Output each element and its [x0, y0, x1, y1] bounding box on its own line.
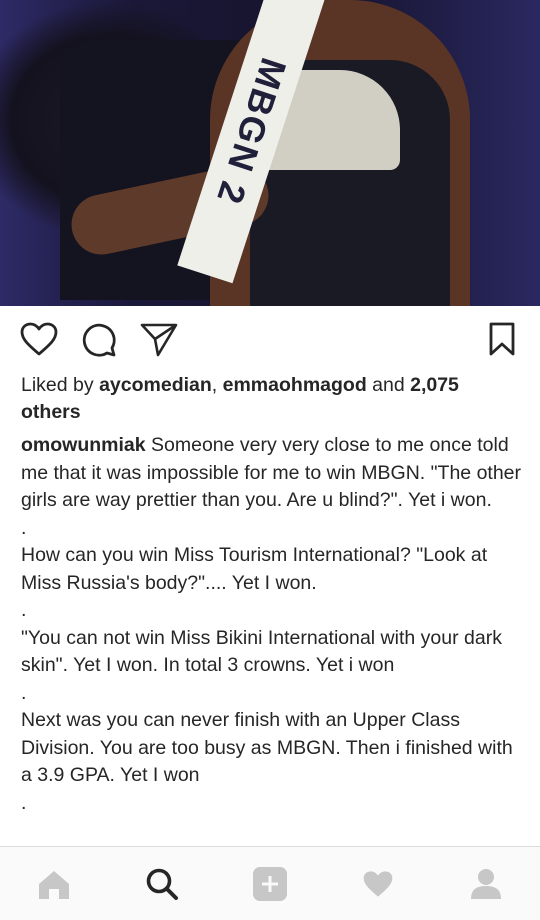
bookmark-icon[interactable] [488, 322, 516, 361]
likes-separator: , [211, 374, 223, 396]
liker-link-aycomedian[interactable]: aycomedian [99, 374, 212, 396]
activity-heart-icon[interactable] [362, 869, 394, 904]
heart-icon[interactable] [20, 322, 58, 361]
caption-text: Someone very very close to me once told … [21, 434, 522, 814]
search-icon[interactable] [145, 867, 179, 906]
post-details: Liked by aycomedian, emmaohmagod and 2,0… [21, 372, 521, 817]
share-icon[interactable] [140, 322, 178, 363]
comment-icon[interactable] [81, 322, 117, 363]
caption-username-link[interactable]: omowunmiak [21, 434, 146, 456]
bottom-navbar [0, 846, 540, 920]
profile-icon[interactable] [469, 867, 503, 906]
likes-prefix: Liked by [21, 374, 100, 396]
home-icon[interactable] [37, 869, 71, 906]
post-photo[interactable]: MBGN 2 [0, 0, 540, 306]
post-action-bar [0, 306, 540, 374]
likes-and: and [366, 374, 411, 396]
post-caption: omowunmiak Someone very very close to me… [21, 432, 521, 817]
add-icon[interactable] [252, 866, 288, 907]
likes-line: Liked by aycomedian, emmaohmagod and 2,0… [21, 372, 521, 426]
liker-link-emmaohmagod[interactable]: emmaohmagod [223, 374, 367, 396]
